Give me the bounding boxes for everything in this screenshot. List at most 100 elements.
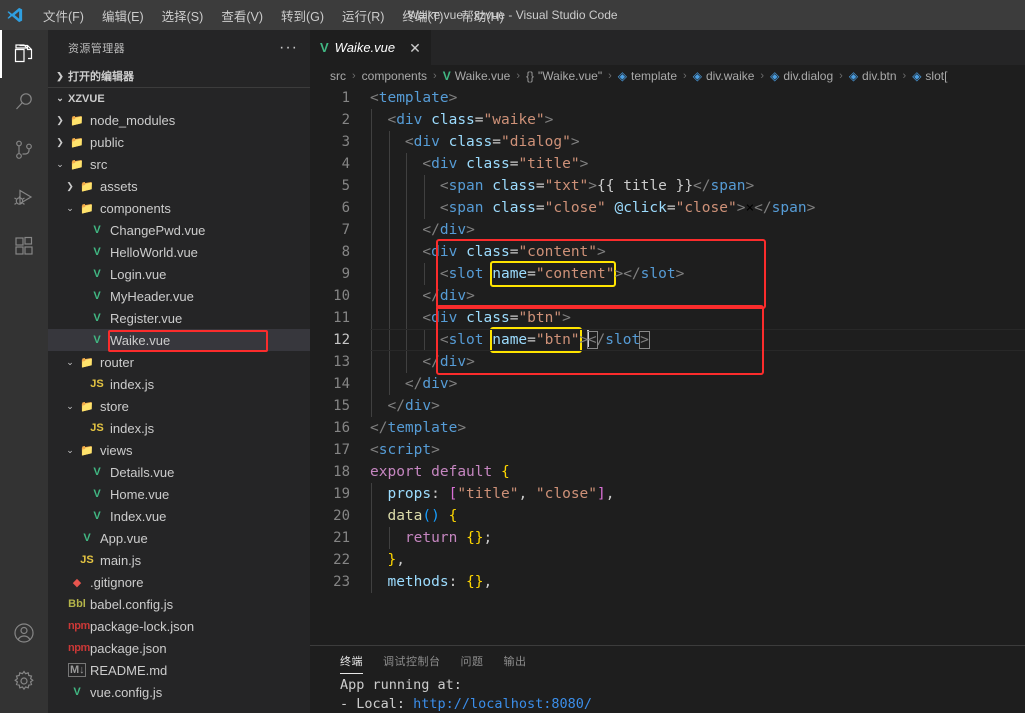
indent-guide (388, 307, 390, 329)
panel-tab-终端[interactable]: 终端 (330, 646, 373, 676)
indent-guide (406, 307, 408, 329)
tree-item-src[interactable]: ⌄ 📁 src (48, 153, 310, 175)
panel-tab-调试控制台[interactable]: 调试控制台 (373, 646, 451, 676)
vue-icon: V (93, 334, 101, 346)
tree-item-components[interactable]: ⌄ 📁 components (48, 197, 310, 219)
menu-run[interactable]: 运行(R) (333, 2, 393, 29)
tree-item-register-vue[interactable]: V Register.vue (48, 307, 310, 329)
breadcrumb-item-components[interactable]: components (362, 69, 427, 83)
tree-item-router[interactable]: ⌄ 📁 router (48, 351, 310, 373)
tree-item-label: Index.vue (110, 508, 167, 524)
run-debug-icon[interactable] (0, 174, 48, 222)
activity-bar (0, 30, 48, 713)
menu-go[interactable]: 转到(G) (272, 2, 333, 29)
tree-item-store[interactable]: ⌄ 📁 store (48, 395, 310, 417)
code-line-17[interactable]: 17 <script> (310, 439, 1025, 461)
tree-item-index-vue[interactable]: V Index.vue (48, 505, 310, 527)
tree-item--gitignore[interactable]: ◆ .gitignore (48, 571, 310, 593)
code-line-21[interactable]: 21 return {}; (310, 527, 1025, 549)
search-icon[interactable] (0, 78, 48, 126)
tree-item-details-vue[interactable]: V Details.vue (48, 461, 310, 483)
indent-guide (406, 241, 408, 263)
code-line-11[interactable]: 11 <div class="btn"> (310, 307, 1025, 329)
tree-item-babel-config-js[interactable]: Bbl babel.config.js (48, 593, 310, 615)
terminal-url-link[interactable]: http://localhost:8080/ (413, 696, 592, 712)
settings-gear-icon[interactable] (0, 657, 48, 705)
tab-waike-vue[interactable]: V Waike.vue ✕ (310, 30, 432, 65)
code-line-13[interactable]: 13 </div> (310, 351, 1025, 373)
menu-selection[interactable]: 选择(S) (153, 2, 213, 29)
breadcrumb-item-div-btn[interactable]: ◈ div.btn (849, 69, 897, 83)
breadcrumb-item--waike-vue-[interactable]: {} "Waike.vue" (526, 69, 602, 83)
code-line-9[interactable]: 9 <slot name="content"></slot> (310, 261, 1025, 287)
breadcrumb-item-template[interactable]: ◈ template (618, 69, 677, 83)
tree-item-index-js[interactable]: JS index.js (48, 373, 310, 395)
tree-item-main-js[interactable]: JS main.js (48, 549, 310, 571)
menu-view[interactable]: 查看(V) (212, 2, 272, 29)
tree-item-vue-config-js[interactable]: Vvue.config.js (48, 681, 310, 703)
code-line-10[interactable]: 10 </div> (310, 285, 1025, 307)
panel-tab-问题[interactable]: 问题 (451, 646, 494, 676)
code-line-16[interactable]: 16 </template> (310, 417, 1025, 439)
explorer-icon[interactable] (0, 30, 48, 78)
tree-item-node-modules[interactable]: ❯ 📁 node_modules (48, 109, 310, 131)
code-text: </div> (422, 354, 475, 370)
tree-item-label: Register.vue (110, 310, 183, 326)
code-line-5[interactable]: 5 <span class="txt">{{ title }}</span> (310, 175, 1025, 197)
code-line-1[interactable]: 1 <template> (310, 87, 1025, 109)
breadcrumb-item-src[interactable]: src (330, 69, 346, 83)
project-root-section[interactable]: ⌄ XZVUE (48, 87, 310, 109)
tree-item-label: Home.vue (110, 486, 170, 502)
menu-terminal[interactable]: 终端(T) (393, 2, 452, 29)
code-line-23[interactable]: 23 methods: {}, (310, 571, 1025, 593)
tree-item-home-vue[interactable]: V Home.vue (48, 483, 310, 505)
tree-item-index-js[interactable]: JS index.js (48, 417, 310, 439)
tree-item-waike-vue[interactable]: V Waike.vue (48, 329, 310, 351)
code-line-2[interactable]: 2 <div class="waike"> (310, 109, 1025, 131)
tree-item-myheader-vue[interactable]: V MyHeader.vue (48, 285, 310, 307)
code-line-18[interactable]: 18 export default { (310, 461, 1025, 483)
panel-tab-输出[interactable]: 输出 (494, 646, 537, 676)
code-line-22[interactable]: 22 }, (310, 549, 1025, 571)
folder-yellow-icon: 📁 (80, 400, 94, 413)
breadcrumb-item-waike-vue[interactable]: V Waike.vue (443, 69, 511, 83)
code-line-8[interactable]: 8 <div class="content"> (310, 241, 1025, 263)
code-editor[interactable]: 1 <template> 2 <div class="waike"> 3 <div c… (310, 87, 1025, 670)
line-number: 22 (333, 552, 350, 568)
account-icon[interactable] (0, 609, 48, 657)
tree-item-label: README.md (90, 662, 168, 678)
indent-guide (388, 241, 390, 263)
code-line-20[interactable]: 20 data() { (310, 505, 1025, 527)
code-line-19[interactable]: 19 props: ["title", "close"], (310, 483, 1025, 505)
breadcrumb-item-div-waike[interactable]: ◈ div.waike (693, 69, 755, 83)
tree-item-app-vue[interactable]: V App.vue (48, 527, 310, 549)
line-number: 14 (333, 376, 350, 392)
breadcrumb-item-slot-[interactable]: ◈ slot[ (912, 69, 947, 83)
tree-item-assets[interactable]: ❯ 📁 assets (48, 175, 310, 197)
open-editors-section[interactable]: ❯ 打开的编辑器 (48, 65, 310, 87)
extensions-icon[interactable] (0, 222, 48, 270)
tree-item-package-json[interactable]: npm package.json (48, 637, 310, 659)
menu-help[interactable]: 帮助(H) (452, 2, 512, 29)
close-icon[interactable]: ✕ (409, 41, 421, 55)
menu-edit[interactable]: 编辑(E) (93, 2, 153, 29)
tree-item-helloworld-vue[interactable]: V HelloWorld.vue (48, 241, 310, 263)
tree-item-login-vue[interactable]: V Login.vue (48, 263, 310, 285)
code-line-3[interactable]: 3 <div class="dialog"> (310, 131, 1025, 153)
menu-file[interactable]: 文件(F) (34, 2, 93, 29)
code-line-4[interactable]: 4 <div class="title"> (310, 153, 1025, 175)
breadcrumb-item-div-dialog[interactable]: ◈ div.dialog (770, 69, 833, 83)
explorer-more-actions-button[interactable]: ··· (275, 39, 302, 55)
tree-item-package-lock-json[interactable]: npm package-lock.json (48, 615, 310, 637)
code-line-15[interactable]: 15 </div> (310, 395, 1025, 417)
tree-item-views[interactable]: ⌄ 📁 views (48, 439, 310, 461)
code-line-6[interactable]: 6 <span class="close" @click="close">×</… (310, 197, 1025, 219)
code-line-12[interactable]: 12 <slot name="btn"></slot> (310, 327, 1025, 353)
source-control-icon[interactable] (0, 126, 48, 174)
tree-item-public[interactable]: ❯ 📁 public (48, 131, 310, 153)
tree-item-readme-md[interactable]: M↓ README.md (48, 659, 310, 681)
indent-guide (371, 241, 372, 263)
code-line-7[interactable]: 7 </div> (310, 219, 1025, 241)
tree-item-changepwd-vue[interactable]: V ChangePwd.vue (48, 219, 310, 241)
code-line-14[interactable]: 14 </div> (310, 373, 1025, 395)
